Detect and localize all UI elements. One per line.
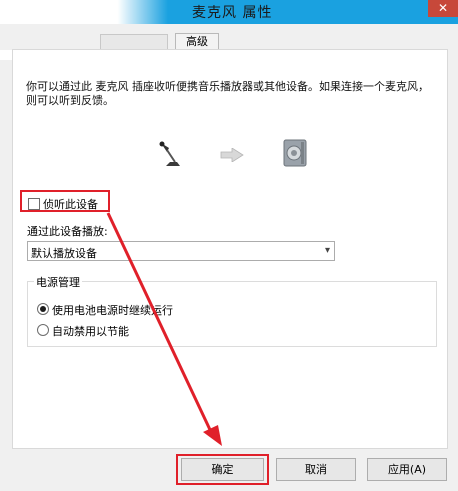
ok-highlight-box xyxy=(176,454,269,485)
listen-description: 你可以通过此 麦克风 插座收听便携音乐播放器或其他设备。如果连接一个麦克风，则可… xyxy=(26,80,429,107)
tab-strip xyxy=(0,24,458,50)
radio-continue-on-battery[interactable] xyxy=(37,303,49,315)
playback-device-value: 默认播放设备 xyxy=(31,247,97,260)
right-arrow-icon xyxy=(220,148,244,162)
radio-continue-on-battery-label: 使用电池电源时继续运行 xyxy=(52,304,173,317)
apply-button[interactable]: 应用(A) xyxy=(367,458,447,481)
chevron-down-icon: ▾ xyxy=(324,245,330,256)
window-title: 麦克风 属性 xyxy=(192,5,273,21)
playback-label: 通过此设备播放: xyxy=(27,225,108,238)
close-icon: ✕ xyxy=(437,1,449,15)
close-button[interactable]: ✕ xyxy=(428,0,458,17)
power-management-title: 电源管理 xyxy=(34,274,82,290)
tab-advanced[interactable]: 高级 xyxy=(175,33,219,50)
checkbox-highlight-box xyxy=(20,190,110,212)
cancel-button[interactable]: 取消 xyxy=(276,458,356,481)
radio-auto-disable[interactable] xyxy=(37,324,49,336)
playback-device-select[interactable]: 默认播放设备 ▾ xyxy=(27,241,335,261)
microphone-icon xyxy=(159,141,180,166)
radio-auto-disable-label: 自动禁用以节能 xyxy=(52,325,129,338)
speaker-icon xyxy=(283,139,307,167)
